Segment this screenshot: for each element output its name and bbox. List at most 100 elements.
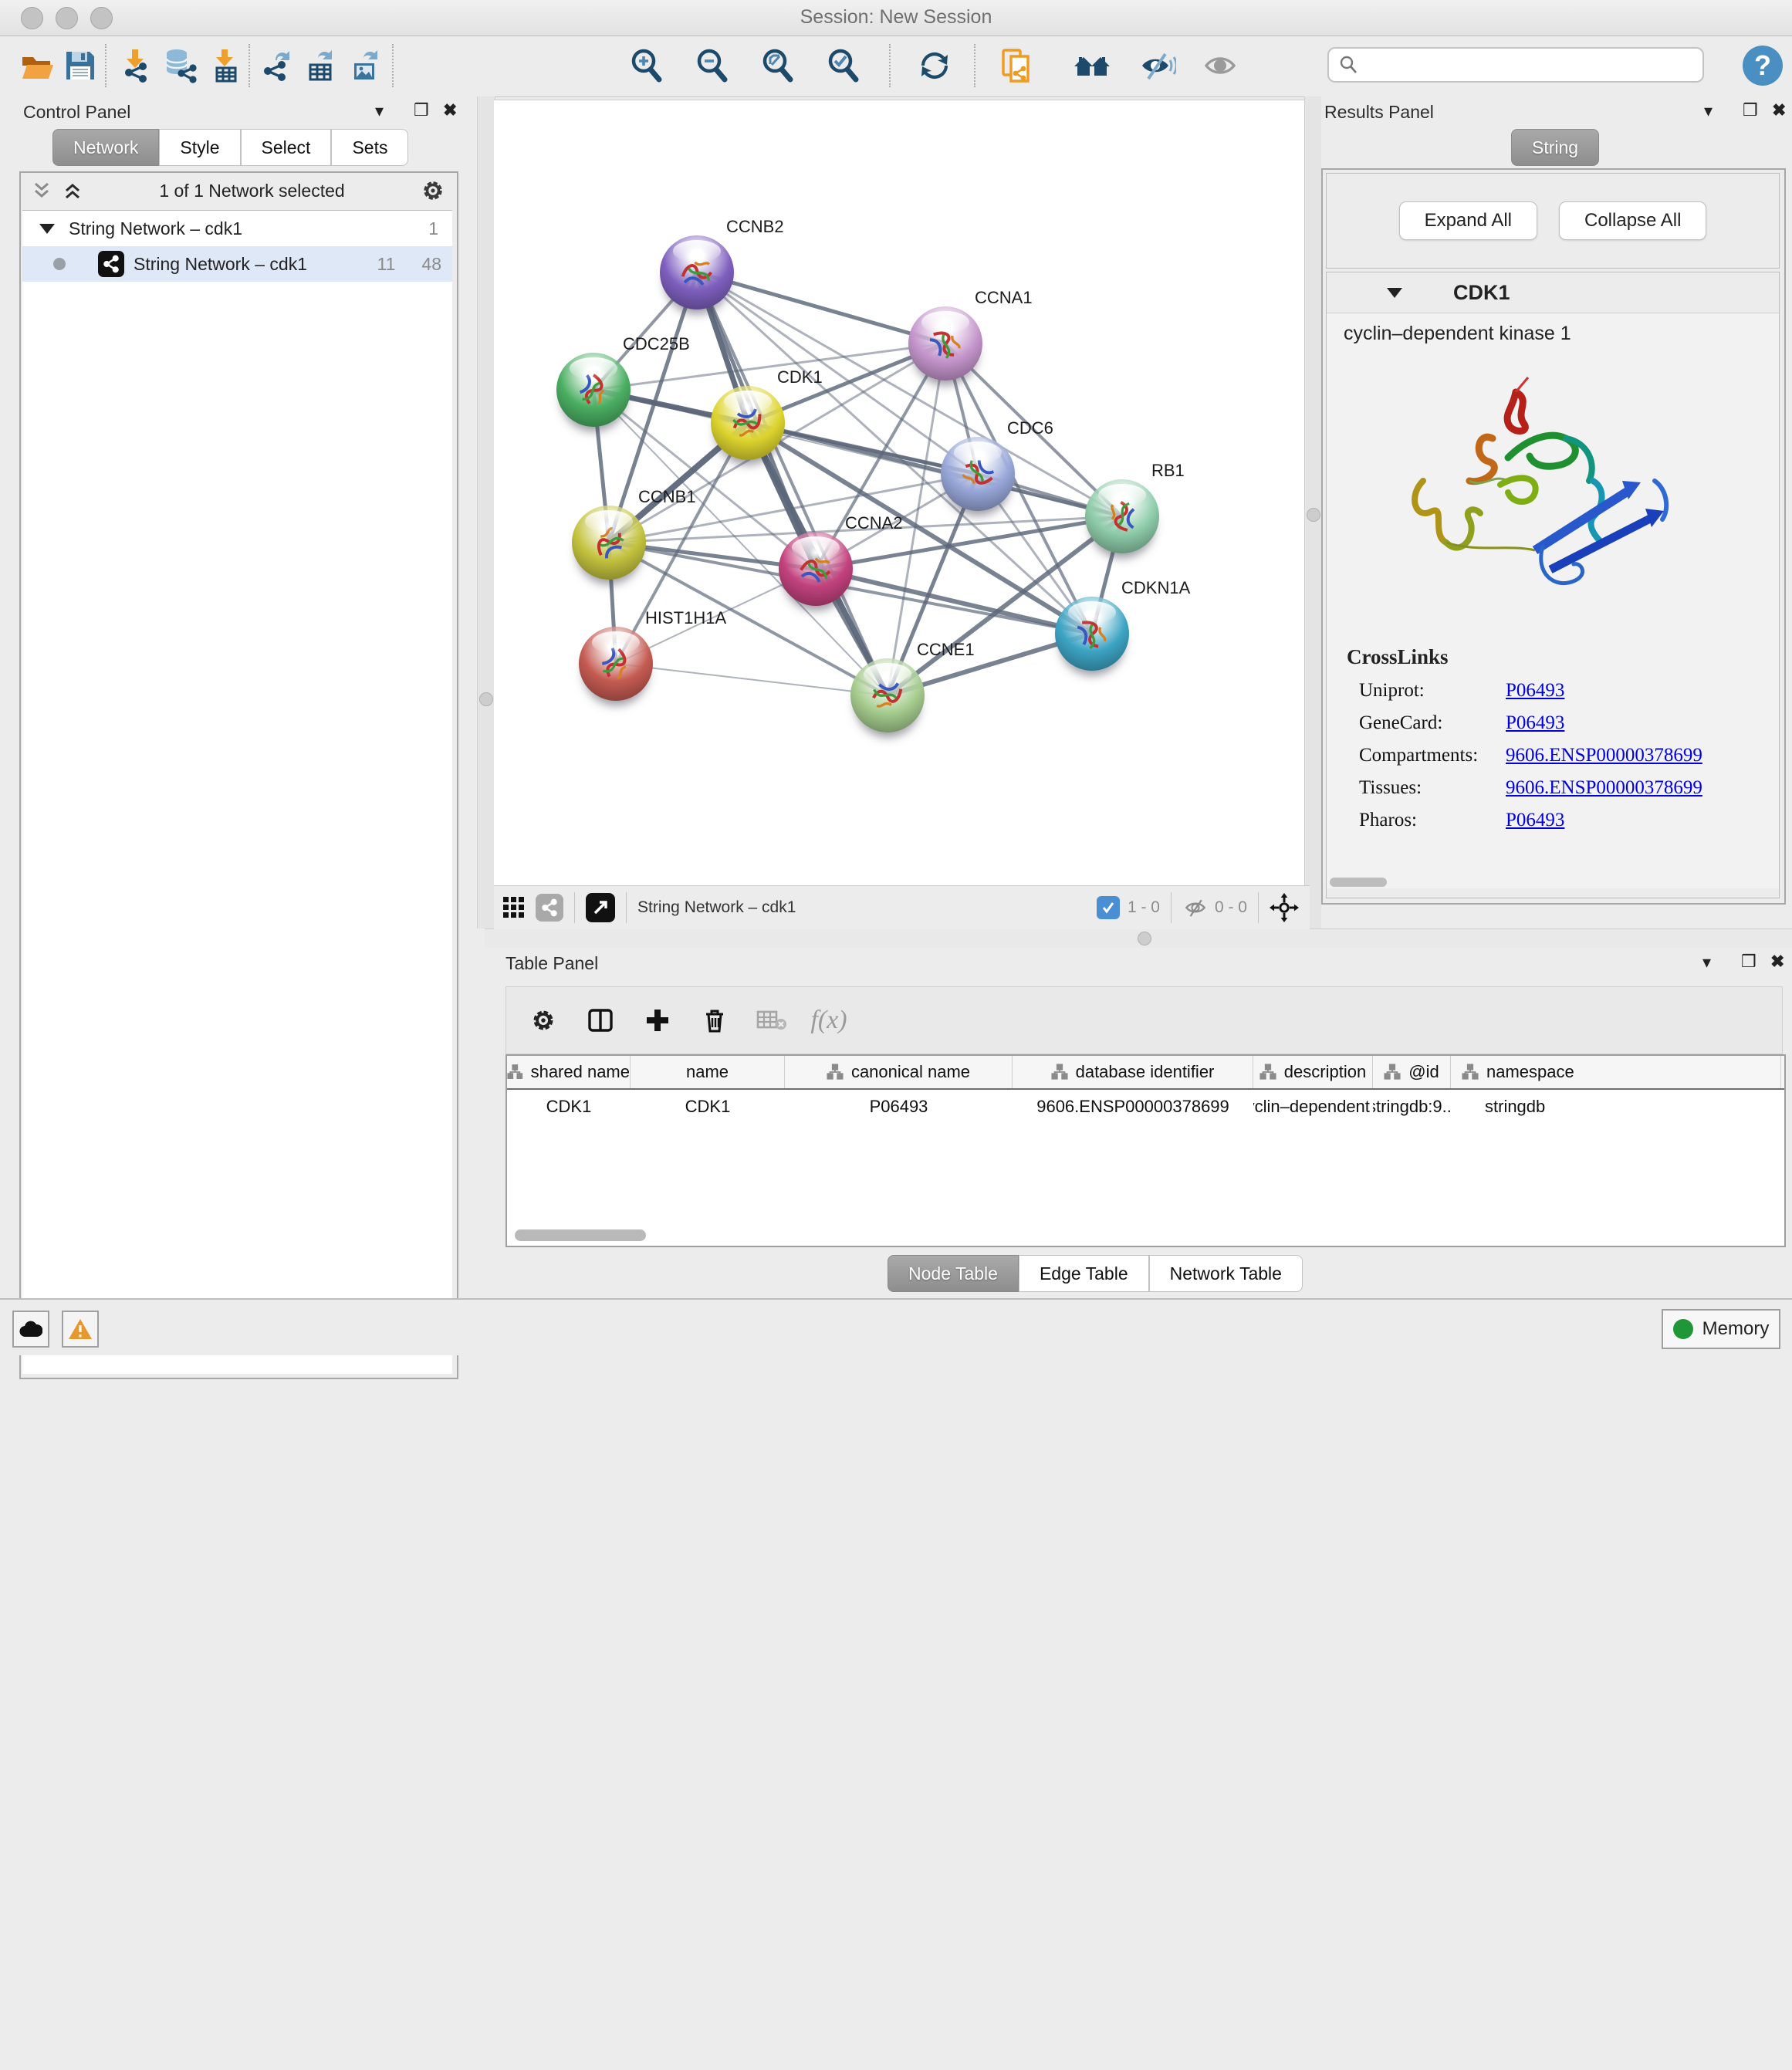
network-node-cdc6[interactable] [941,437,1015,511]
network-collection-row[interactable]: String Network – cdk1 1 [22,211,452,246]
table-options-button[interactable] [520,997,566,1043]
function-builder-button[interactable]: f(x) [806,997,852,1043]
tab-string[interactable]: String [1511,129,1599,166]
delete-column-button[interactable] [691,997,738,1043]
export-image-button[interactable] [344,46,384,86]
tab-network-table[interactable]: Network Table [1149,1255,1303,1292]
table-cell[interactable]: CDK1 [631,1090,785,1124]
crosslink-link[interactable]: P06493 [1506,680,1564,702]
column-header-shared-name[interactable]: shared name [507,1056,631,1088]
table-cell[interactable]: cyclin–dependent ... [1253,1090,1373,1124]
import-network-file-button[interactable] [116,46,156,86]
column-header-database-identifier[interactable]: database identifier [1013,1056,1253,1088]
control-panel-collapse-icon[interactable]: ▾ [375,101,384,121]
network-canvas[interactable]: CCNB2CCNA1CDC25BCDK1CDC6RB1CCNB1CCNA2CDK… [494,100,1304,886]
network-node-ccna2[interactable] [779,532,853,606]
tab-style[interactable]: Style [159,129,240,166]
table-scrollbar-thumb[interactable] [515,1229,646,1241]
splitter-grip[interactable] [479,692,493,706]
results-panel-float-icon[interactable]: ❒ [1743,100,1758,120]
column-header-namespace[interactable]: namespace [1451,1056,1781,1088]
column-header-id[interactable]: @id [1373,1056,1451,1088]
add-column-button[interactable] [634,997,681,1043]
entry-expander-icon[interactable] [1387,288,1402,298]
control-panel-close-icon[interactable]: ✖ [443,100,457,120]
zoom-in-button[interactable] [627,46,667,86]
splitter-grip[interactable] [1138,932,1151,945]
save-session-button[interactable] [60,46,100,86]
table-cell[interactable]: CDK1 [507,1090,631,1124]
warnings-button[interactable] [62,1311,99,1348]
duplicate-network-button[interactable] [997,46,1037,86]
expand-all-networks-icon[interactable] [30,179,53,202]
table-cell[interactable]: stringdb:9... [1373,1090,1451,1124]
zoom-out-button[interactable] [692,46,732,86]
search-input[interactable] [1358,54,1670,76]
table-panel-float-icon[interactable]: ❒ [1741,952,1756,972]
crosslink-link[interactable]: 9606.ENSP00000378699 [1506,745,1702,766]
table-cell[interactable]: P06493 [785,1090,1013,1124]
cloud-button[interactable] [12,1311,49,1348]
collapse-all-button[interactable]: Collapse All [1559,201,1706,240]
crosslink-link[interactable]: 9606.ENSP00000378699 [1506,777,1702,799]
table-cell[interactable]: stringdb [1451,1090,1781,1124]
column-header-canonical-name[interactable]: canonical name [785,1056,1013,1088]
delete-table-button[interactable] [749,997,795,1043]
grid-view-icon[interactable] [502,895,526,920]
refresh-button[interactable] [915,46,955,86]
memory-button[interactable]: Memory [1662,1309,1780,1349]
protein-entry-header[interactable]: CDK1 [1327,272,1779,313]
tab-network[interactable]: Network [52,129,159,166]
column-header-description[interactable]: description [1253,1056,1373,1088]
results-scrollbar-thumb[interactable] [1330,878,1387,887]
tab-node-table[interactable]: Node Table [888,1255,1019,1292]
open-session-button[interactable] [17,46,57,86]
collapse-all-networks-icon[interactable] [61,179,84,202]
table-row[interactable]: CDK1CDK1P064939606.ENSP00000378699cyclin… [507,1090,1784,1124]
network-edge[interactable] [816,569,1092,634]
collection-expander-icon[interactable] [39,224,55,234]
splitter-grip[interactable] [1307,508,1320,522]
table-panel-collapse-icon[interactable]: ▾ [1702,952,1711,972]
crosslink-link[interactable]: P06493 [1506,810,1564,831]
right-splitter[interactable] [1304,96,1323,928]
table-panel-close-icon[interactable]: ✖ [1770,952,1784,972]
zoom-selected-button[interactable] [823,46,864,86]
control-panel-float-icon[interactable]: ❒ [414,100,429,120]
network-node-cdk1[interactable] [711,386,785,460]
home-button[interactable] [1072,46,1112,86]
pan-crosshair-icon[interactable] [1270,893,1299,922]
left-splitter[interactable] [477,96,495,928]
results-panel-collapse-icon[interactable]: ▾ [1704,101,1713,121]
hide-selected-button[interactable] [1138,46,1178,86]
expand-all-button[interactable]: Expand All [1399,201,1537,240]
show-all-button[interactable] [1200,46,1240,86]
zoom-fit-button[interactable] [758,46,798,86]
tab-sets[interactable]: Sets [331,129,408,166]
tab-edge-table[interactable]: Edge Table [1019,1255,1149,1292]
crosslink-link[interactable]: P06493 [1506,712,1564,734]
import-table-file-button[interactable] [205,46,245,86]
network-node-ccnb2[interactable] [660,235,734,309]
selected-nodes-checkbox[interactable] [1097,896,1120,919]
network-node-rb1[interactable] [1085,479,1159,553]
help-button[interactable]: ? [1743,46,1783,86]
column-header-name[interactable]: name [631,1056,785,1088]
network-edge[interactable] [697,272,888,695]
network-node-cdkn1a[interactable] [1055,597,1129,671]
network-node-ccna1[interactable] [908,306,982,381]
bottom-splitter[interactable] [485,928,1792,949]
detach-view-icon[interactable] [586,893,615,922]
network-options-gear-icon[interactable] [420,178,446,204]
import-network-database-button[interactable] [159,46,199,86]
network-node-ccne1[interactable] [850,658,925,732]
network-node-hist1h1a[interactable] [579,627,653,701]
results-panel-close-icon[interactable]: ✖ [1772,100,1786,120]
network-edge[interactable] [616,664,888,695]
network-node-ccnb1[interactable] [572,506,646,580]
show-columns-button[interactable] [577,997,624,1043]
hidden-items-icon[interactable] [1182,896,1209,919]
export-network-button[interactable] [256,46,296,86]
network-node-cdc25b[interactable] [556,353,631,427]
tab-select[interactable]: Select [241,129,332,166]
